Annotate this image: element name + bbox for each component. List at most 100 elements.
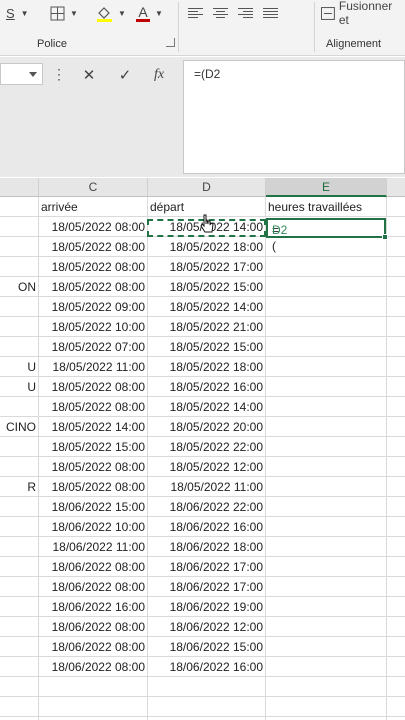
- cell-e[interactable]: [266, 477, 386, 497]
- cell-e[interactable]: [266, 457, 386, 477]
- fill-handle[interactable]: [382, 234, 388, 240]
- cell-d[interactable]: [148, 697, 265, 717]
- cell-e[interactable]: [266, 317, 386, 337]
- cell-a[interactable]: ON: [0, 277, 38, 297]
- cell-e[interactable]: [266, 297, 386, 317]
- cell-a[interactable]: [0, 617, 38, 637]
- cell-c[interactable]: 18/05/2022 10:00: [39, 317, 147, 337]
- cell-e[interactable]: [266, 557, 386, 577]
- borders-button[interactable]: ▼: [50, 3, 78, 23]
- cell-a[interactable]: [0, 557, 38, 577]
- cell-d[interactable]: [148, 677, 265, 697]
- cell-a[interactable]: [0, 537, 38, 557]
- cell-a[interactable]: [0, 237, 38, 257]
- cell-a[interactable]: [0, 597, 38, 617]
- cell-a[interactable]: [0, 497, 38, 517]
- cell-d[interactable]: 18/05/2022 14:00: [148, 397, 265, 417]
- cell-c[interactable]: 18/06/2022 08:00: [39, 657, 147, 677]
- strikethrough-button[interactable]: S ▼: [6, 3, 29, 23]
- cell-d[interactable]: 18/06/2022 12:00: [148, 617, 265, 637]
- cell-d[interactable]: 18/05/2022 12:00: [148, 457, 265, 477]
- cell-d[interactable]: 18/05/2022 20:00: [148, 417, 265, 437]
- cell-e[interactable]: [266, 577, 386, 597]
- cell-c[interactable]: 18/06/2022 15:00: [39, 497, 147, 517]
- formula-input[interactable]: =(D2: [183, 60, 405, 174]
- cell-a[interactable]: [0, 317, 38, 337]
- cell-a[interactable]: U: [0, 377, 38, 397]
- column-header-b[interactable]: [0, 178, 39, 197]
- chevron-down-icon[interactable]: [29, 72, 37, 77]
- cell-c[interactable]: 18/05/2022 08:00: [39, 377, 147, 397]
- cell-c[interactable]: 18/06/2022 08:00: [39, 577, 147, 597]
- cell-e[interactable]: [266, 397, 386, 417]
- cell-e[interactable]: [266, 237, 386, 257]
- cell-a[interactable]: U: [0, 357, 38, 377]
- cell-header-arrivee[interactable]: arrivée: [39, 197, 147, 217]
- font-color-button[interactable]: A ▼: [136, 3, 163, 23]
- cell-d[interactable]: 18/06/2022 17:00: [148, 557, 265, 577]
- cell-a[interactable]: [0, 637, 38, 657]
- cell-a[interactable]: [0, 697, 38, 717]
- cell-c[interactable]: 18/06/2022 08:00: [39, 637, 147, 657]
- insert-function-button[interactable]: fx: [146, 65, 172, 85]
- column-header-d[interactable]: D: [148, 178, 266, 197]
- cell-c[interactable]: 18/06/2022 08:00: [39, 557, 147, 577]
- fill-color-button[interactable]: ▼: [96, 3, 126, 23]
- cell-d[interactable]: 18/06/2022 18:00: [148, 537, 265, 557]
- cell-c[interactable]: 18/05/2022 08:00: [39, 397, 147, 417]
- cell-e[interactable]: [266, 657, 386, 677]
- cell-e[interactable]: [266, 337, 386, 357]
- cell-e[interactable]: [266, 517, 386, 537]
- cell-header-heures[interactable]: heures travaillées: [266, 197, 386, 217]
- dialog-launcher-icon[interactable]: [166, 38, 175, 47]
- cell-c[interactable]: [39, 677, 147, 697]
- cell-c[interactable]: 18/05/2022 07:00: [39, 337, 147, 357]
- cell-e[interactable]: [266, 597, 386, 617]
- cell-d[interactable]: 18/06/2022 16:00: [148, 657, 265, 677]
- cell-d[interactable]: 18/05/2022 16:00: [148, 377, 265, 397]
- cell-e[interactable]: [266, 697, 386, 717]
- cell-c[interactable]: 18/05/2022 08:00: [39, 277, 147, 297]
- merge-button[interactable]: Fusionner et: [321, 0, 405, 27]
- cell-c[interactable]: [39, 697, 147, 717]
- cell-d[interactable]: 18/05/2022 18:00: [148, 237, 265, 257]
- cell-d[interactable]: 18/06/2022 15:00: [148, 637, 265, 657]
- cell-d[interactable]: 18/06/2022 16:00: [148, 517, 265, 537]
- cell-c[interactable]: 18/05/2022 08:00: [39, 257, 147, 277]
- column-header-e[interactable]: E: [266, 178, 387, 197]
- cancel-button[interactable]: ✕: [76, 65, 102, 85]
- align-right-icon[interactable]: [238, 7, 253, 19]
- cell-d[interactable]: 18/05/2022 17:00: [148, 257, 265, 277]
- cell-a[interactable]: [0, 457, 38, 477]
- cell-c[interactable]: 18/05/2022 14:00: [39, 417, 147, 437]
- cell-c[interactable]: 18/05/2022 08:00: [39, 237, 147, 257]
- cell-c[interactable]: 18/06/2022 08:00: [39, 617, 147, 637]
- column-header-c[interactable]: C: [39, 178, 148, 197]
- cell-e[interactable]: [266, 497, 386, 517]
- cell-a[interactable]: [0, 217, 38, 237]
- cell-a[interactable]: [0, 577, 38, 597]
- cell-a[interactable]: [0, 657, 38, 677]
- cell-c[interactable]: 18/05/2022 09:00: [39, 297, 147, 317]
- cell-c[interactable]: 18/05/2022 11:00: [39, 357, 147, 377]
- cell-a[interactable]: [0, 517, 38, 537]
- cell-a[interactable]: [0, 257, 38, 277]
- cell-a[interactable]: [0, 337, 38, 357]
- more-options-icon[interactable]: ⋮: [52, 65, 66, 83]
- cell-c[interactable]: 18/06/2022 16:00: [39, 597, 147, 617]
- name-box[interactable]: [0, 63, 43, 85]
- cell-c[interactable]: 18/05/2022 08:00: [39, 477, 147, 497]
- active-cell-e2[interactable]: =(D2: [266, 218, 386, 253]
- cell-a[interactable]: CINO: [0, 417, 38, 437]
- cell-e[interactable]: [266, 637, 386, 657]
- cell-a[interactable]: [0, 297, 38, 317]
- cell-e[interactable]: [266, 257, 386, 277]
- cell-e[interactable]: [266, 437, 386, 457]
- cell-a[interactable]: R: [0, 477, 38, 497]
- cell-e[interactable]: [266, 677, 386, 697]
- cell-d[interactable]: 18/05/2022 15:00: [148, 277, 265, 297]
- cell-c[interactable]: 18/05/2022 15:00: [39, 437, 147, 457]
- align-left-icon[interactable]: [188, 7, 203, 19]
- enter-button[interactable]: ✓: [112, 65, 138, 85]
- cell-d[interactable]: 18/05/2022 21:00: [148, 317, 265, 337]
